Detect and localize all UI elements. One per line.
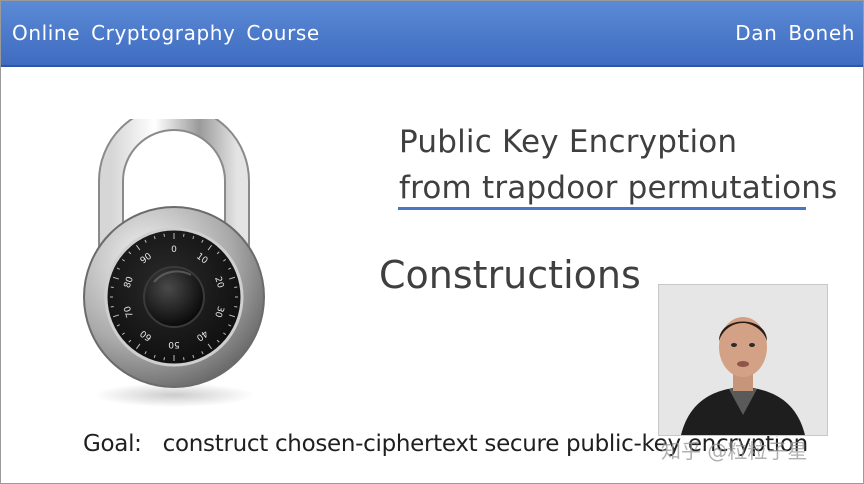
dial-number: 50 (168, 339, 180, 349)
slide-subtitle: Constructions (379, 253, 641, 297)
title-line-1: Public Key Encryption (399, 124, 738, 160)
presenter-video (658, 284, 828, 436)
course-title: Online Cryptography Course (12, 21, 320, 45)
slide-title: Public Key Encryption from trapdoor perm… (399, 119, 837, 211)
goal-label: Goal: (83, 431, 142, 457)
padlock-icon: 0102030405060708090 (83, 119, 265, 407)
watermark: 知乎 @粒粒子星 (661, 439, 808, 463)
title-line-2: from trapdoor permutations (399, 170, 838, 206)
title-underline (398, 207, 806, 210)
slide-header: Online Cryptography Course Dan Boneh (1, 1, 863, 67)
slide-frame: Online Cryptography Course Dan Boneh 0 1… (0, 0, 864, 484)
dial-number: 0 (171, 245, 177, 255)
author-name: Dan Boneh (735, 21, 855, 45)
presenter-video-icon (659, 285, 827, 435)
